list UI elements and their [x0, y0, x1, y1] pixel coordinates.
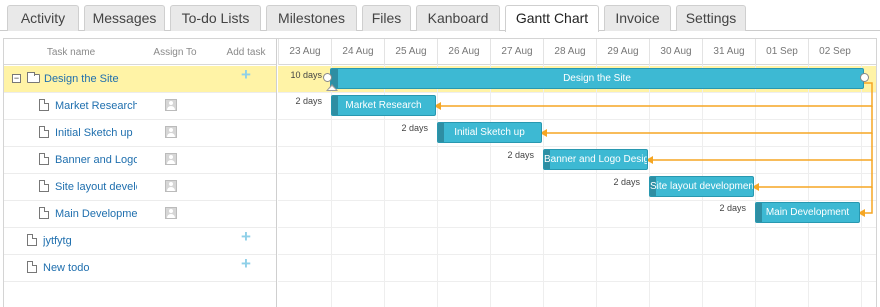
- tab-bar: Activity Messages To-do Lists Milestones…: [0, 0, 880, 32]
- task-row[interactable]: Site layout development: [4, 174, 276, 201]
- task-grid: Task name Assign To Add task − Design th…: [4, 39, 277, 307]
- task-name[interactable]: Banner and Logo Design: [55, 154, 137, 166]
- duration-label: 2 days: [719, 203, 746, 213]
- dependency-link: [758, 160, 873, 188]
- tab-gantt-chart[interactable]: Gantt Chart: [505, 5, 599, 32]
- task-row[interactable]: Initial Sketch up: [4, 120, 276, 147]
- avatar-icon[interactable]: [165, 180, 177, 192]
- bar-label: Main Development: [765, 207, 850, 218]
- gantt-bar[interactable]: Banner and Logo Design: [543, 149, 648, 170]
- folder-icon: [27, 72, 40, 83]
- column-add-task: Add task: [226, 47, 266, 58]
- column-assign-to[interactable]: Assign To: [150, 47, 200, 58]
- duration-label: 2 days: [295, 96, 322, 106]
- dependency-link: [546, 106, 873, 134]
- grid-header: Task name Assign To Add task: [4, 39, 276, 65]
- duration-label: 2 days: [613, 177, 640, 187]
- task-row[interactable]: Main Development: [4, 201, 276, 228]
- task-name[interactable]: New todo: [43, 262, 143, 274]
- todo-row[interactable]: New todo +: [4, 255, 276, 282]
- avatar-icon[interactable]: [165, 207, 177, 219]
- drag-handle[interactable]: [860, 73, 869, 82]
- tab-messages[interactable]: Messages: [84, 5, 165, 31]
- gantt-bar[interactable]: Initial Sketch up: [437, 122, 542, 143]
- progress-fill: [756, 203, 762, 222]
- tab-invoice[interactable]: Invoice: [604, 5, 671, 31]
- document-icon: [39, 99, 49, 111]
- gantt-chart: Task name Assign To Add task − Design th…: [3, 38, 877, 307]
- tab-activity[interactable]: Activity: [7, 5, 79, 31]
- document-icon: [39, 207, 49, 219]
- bar-label: Design the Site: [563, 73, 631, 84]
- avatar-icon[interactable]: [165, 99, 177, 111]
- add-task-icon[interactable]: +: [239, 66, 253, 83]
- bar-label: Banner and Logo Design: [544, 154, 648, 165]
- add-task-icon[interactable]: +: [239, 228, 253, 245]
- dependency-link: [652, 133, 873, 161]
- avatar-icon[interactable]: [165, 153, 177, 165]
- document-icon: [39, 153, 49, 165]
- task-row[interactable]: Banner and Logo Design: [4, 147, 276, 174]
- task-name[interactable]: Site layout development: [55, 181, 137, 193]
- tab-todo-lists[interactable]: To-do Lists: [170, 5, 261, 31]
- avatar-icon[interactable]: [165, 126, 177, 138]
- gantt-bar[interactable]: Main Development: [755, 202, 860, 223]
- task-row[interactable]: − Design the Site +: [4, 66, 276, 93]
- duration-label: 2 days: [507, 150, 534, 160]
- bar-label: Site layout development: [650, 181, 754, 192]
- dependency-link: [864, 187, 873, 214]
- progress-triangle-icon[interactable]: [326, 84, 338, 91]
- document-icon: [39, 180, 49, 192]
- todo-row[interactable]: jytfytg +: [4, 228, 276, 255]
- duration-label: 2 days: [401, 123, 428, 133]
- collapse-icon[interactable]: −: [12, 74, 21, 83]
- timeline-area: 23 Aug 24 Aug 25 Aug 26 Aug 27 Aug 28 Au…: [278, 39, 876, 307]
- column-task-name[interactable]: Task name: [46, 47, 96, 58]
- gantt-bar-project[interactable]: Design the Site: [330, 68, 864, 89]
- document-icon: [27, 261, 37, 273]
- tab-milestones[interactable]: Milestones: [266, 5, 357, 31]
- tab-kanboard[interactable]: Kanboard: [416, 5, 500, 31]
- progress-fill: [438, 123, 444, 142]
- gantt-bar[interactable]: Site layout development: [649, 176, 754, 197]
- task-row[interactable]: Market Research: [4, 93, 276, 120]
- document-icon: [39, 126, 49, 138]
- progress-fill: [332, 96, 338, 115]
- task-name[interactable]: Design the Site: [44, 73, 144, 85]
- add-task-icon[interactable]: +: [239, 255, 253, 272]
- drag-handle[interactable]: [323, 73, 332, 82]
- task-name[interactable]: Market Research: [55, 100, 137, 112]
- tab-files[interactable]: Files: [362, 5, 411, 31]
- bar-label: Initial Sketch up: [454, 127, 525, 138]
- duration-label: 10 days: [290, 70, 322, 80]
- bar-label: Market Research: [345, 100, 422, 111]
- document-icon: [27, 234, 37, 246]
- task-name[interactable]: Initial Sketch up: [55, 127, 137, 139]
- task-name[interactable]: jytfytg: [43, 235, 143, 247]
- tab-settings[interactable]: Settings: [676, 5, 746, 31]
- gantt-bar[interactable]: Market Research: [331, 95, 436, 116]
- task-name[interactable]: Main Development: [55, 208, 137, 220]
